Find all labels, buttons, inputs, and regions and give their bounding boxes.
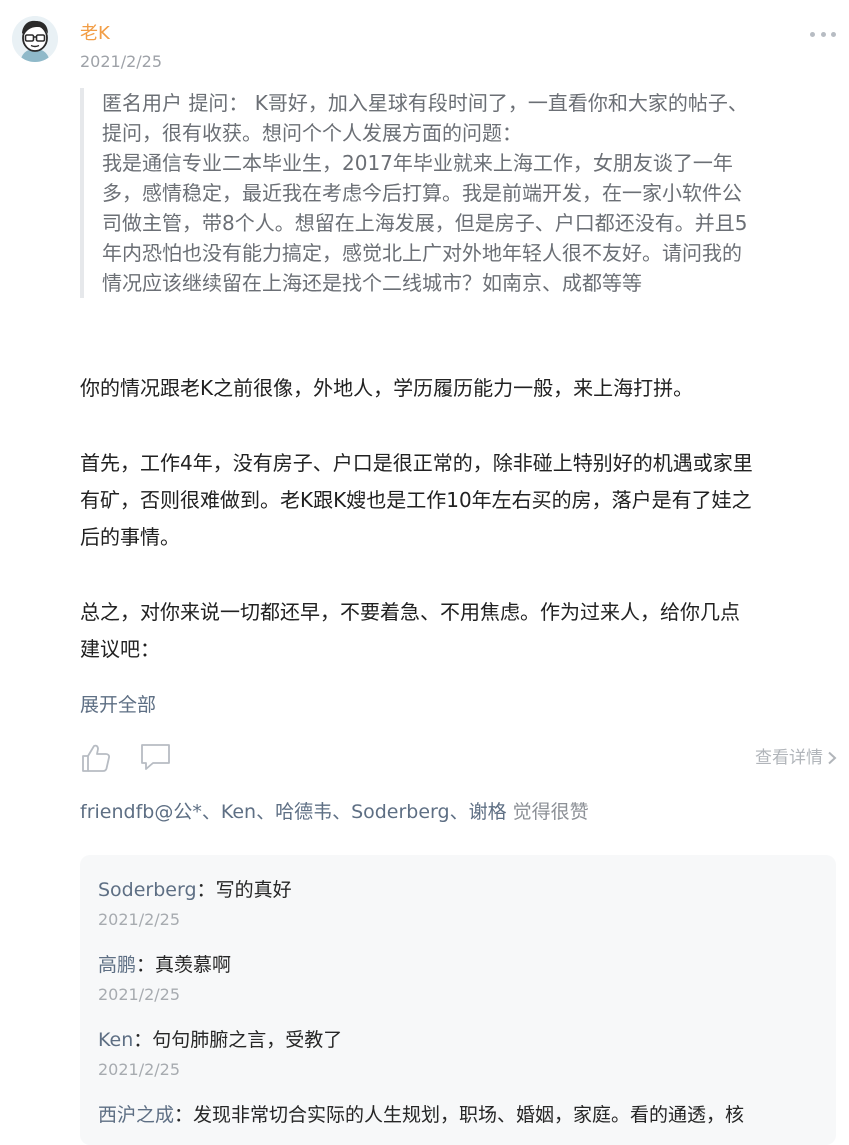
comment-text: 真羡慕啊 [155,954,232,976]
answer-paragraph: 首先，工作4年，没有房子、户口是很正常的，除非碰上特别好的机遇或家里 有矿，否则… [80,445,836,556]
answer-body: 你的情况跟老K之前很像，外地人，学历履历能力一般，来上海打拼。 首先，工作4年，… [80,370,836,668]
more-options-icon[interactable] [810,24,836,44]
comment-date: 2021/2/25 [98,910,181,929]
comment-date: 2021/2/25 [98,1060,181,1079]
comment-item: Ken：句句肺腑之言，受教了 2021/2/25 [98,1025,823,1080]
chevron-right-icon [828,751,837,765]
comment-line: Soderberg：写的真好 [98,879,292,901]
post-author-name[interactable]: 老K [80,22,110,46]
commenter-name[interactable]: Ken [98,1029,133,1051]
commenter-name[interactable]: 高鹏 [98,954,136,976]
commenter-name[interactable]: Soderberg [98,879,197,901]
comment-bubble-icon [141,744,170,770]
comment-item: Soderberg：写的真好 2021/2/25 [98,875,823,930]
question-line: 我是通信专业二本毕业生，2017年毕业就来上海工作，女朋友谈了一年 [102,151,733,175]
question-line: 年内恐怕也没有能力搞定，感觉北上广对外地年轻人很不友好。请问我的 [102,241,742,265]
more-dot-3 [831,31,836,37]
comment-date: 2021/2/25 [98,985,181,1004]
answer-line: 总之，对你来说一切都还早，不要着急、不用焦虑。作为过来人，给你几点 [80,600,740,624]
comment-item: 西沪之成：发现非常切合实际的人生规划，职场、婚姻，家庭。看的通透，核 [98,1100,823,1130]
answer-line: 你的情况跟老K之前很像，外地人，学历履历能力一般，来上海打拼。 [80,376,694,400]
comment-line: Ken：句句肺腑之言，受教了 [98,1029,343,1051]
answer-line: 后的事情。 [80,525,180,549]
likes-suffix: 觉得很赞 [506,801,589,823]
view-details-link[interactable]: 查看详情 [755,746,837,770]
question-line: 匿名用户 提问： K哥好，加入星球有段时间了，一直看你和大家的帖子、 [102,91,748,115]
answer-paragraph: 总之，对你来说一切都还早，不要着急、不用焦虑。作为过来人，给你几点 建议吧： [80,594,836,668]
comment-line: 高鹏：真羡慕啊 [98,954,232,976]
comment-item: 高鹏：真羡慕啊 2021/2/25 [98,950,823,1005]
answer-line: 首先，工作4年，没有房子、户口是很正常的，除非碰上特别好的机遇或家里 [80,451,753,475]
author-avatar[interactable] [12,16,58,62]
thumbs-up-icon [82,744,110,772]
question-line: 司做主管，带8个人。想留在上海发展，但是房子、户口都还没有。并且5 [102,211,748,235]
question-line: 多，感情稳定，最近我在考虑今后打算。我是前端开发，在一家小软件公 [102,181,742,205]
view-details-label: 查看详情 [755,748,823,768]
post-date: 2021/2/25 [80,52,163,71]
answer-paragraph: 你的情况跟老K之前很像，外地人，学历履历能力一般，来上海打拼。 [80,370,836,407]
comment-line: 西沪之成：发现非常切合实际的人生规划，职场、婚姻，家庭。看的通透，核 [98,1104,745,1126]
answer-line: 有矿，否则很难做到。老K跟K嫂也是工作10年左右买的房，落户是有了娃之 [80,488,752,512]
comment-text: 写的真好 [215,879,292,901]
likes-summary: friendfb@公*、Ken、哈德韦、Soderberg、谢格 觉得很赞 [80,797,836,827]
answer-line: 建议吧： [80,637,160,661]
expand-all-link[interactable]: 展开全部 [80,690,156,720]
avatar-face-icon [12,16,58,62]
comments-panel: Soderberg：写的真好 2021/2/25 高鹏：真羡慕啊 2021/2/… [80,855,836,1145]
commenter-name[interactable]: 西沪之成 [98,1104,174,1126]
comment-text: 发现非常切合实际的人生规划，职场、婚姻，家庭。看的通透，核 [193,1104,745,1126]
liker-names[interactable]: friendfb@公*、Ken、哈德韦、Soderberg、谢格 [80,801,507,823]
question-line: 情况应该继续留在上海还是找个二线城市？如南京、成都等等 [102,271,642,295]
more-dot-1 [810,31,815,37]
more-dot-2 [820,31,826,37]
comment-text: 句句肺腑之言，受教了 [152,1029,343,1051]
question-quote: 匿名用户 提问： K哥好，加入星球有段时间了，一直看你和大家的帖子、 提问，很有… [80,88,844,298]
like-button[interactable] [80,742,112,774]
comment-button[interactable] [139,742,173,772]
question-line: 提问，很有收获。想问个个人发展方面的问题： [102,121,522,145]
